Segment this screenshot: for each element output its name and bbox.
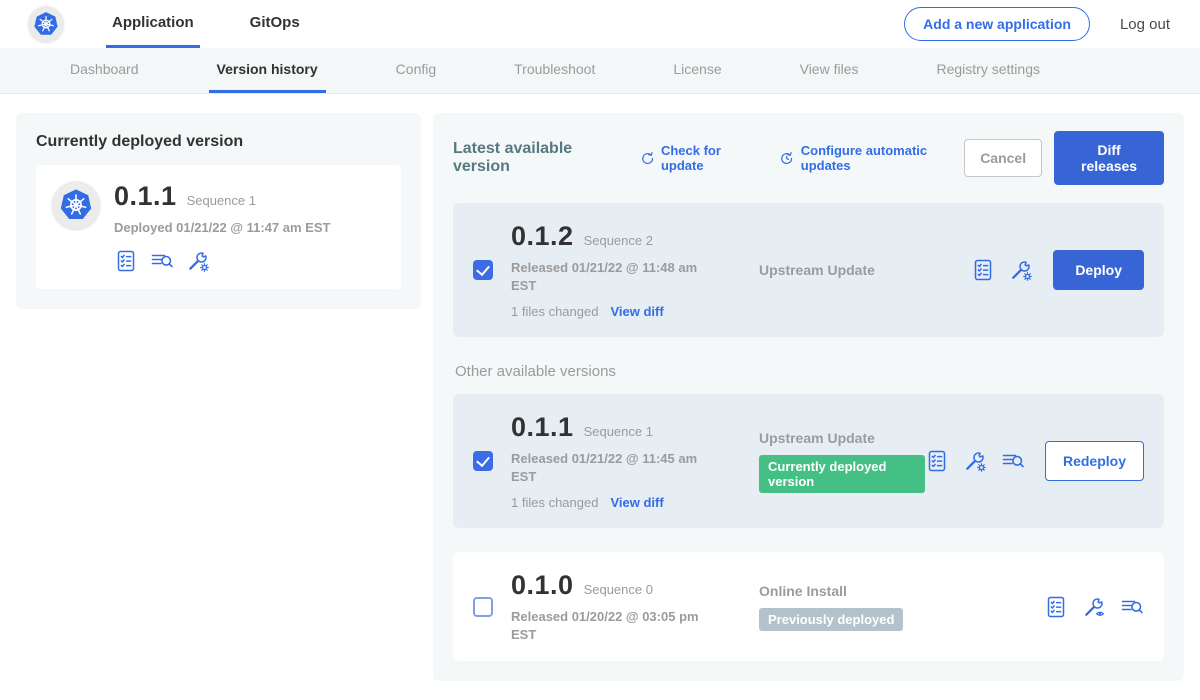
check-for-update-label: Check for update bbox=[661, 143, 757, 173]
release-notes-icon[interactable] bbox=[925, 449, 949, 473]
currently-deployed-badge: Currently deployed version bbox=[759, 455, 925, 493]
top-nav-tabs: Application GitOps bbox=[106, 0, 306, 48]
subnav-dashboard[interactable]: Dashboard bbox=[62, 48, 147, 93]
tab-gitops[interactable]: GitOps bbox=[244, 0, 306, 48]
edit-config-icon[interactable] bbox=[963, 449, 987, 473]
sequence-label: Sequence 2 bbox=[584, 233, 653, 248]
version-info: 0.1.2 Sequence 2 Released 01/21/22 @ 11:… bbox=[511, 221, 759, 319]
view-config-icon[interactable] bbox=[1082, 595, 1106, 619]
version-actions: Redeploy bbox=[925, 441, 1144, 481]
version-actions: Deploy bbox=[971, 250, 1144, 290]
deployed-version-details: 0.1.1 Sequence 1 Deployed 01/21/22 @ 11:… bbox=[114, 181, 330, 273]
check-for-update-link[interactable]: Check for update bbox=[640, 143, 758, 173]
version-info: 0.1.1 Sequence 1 Released 01/21/22 @ 11:… bbox=[511, 412, 759, 510]
files-changed-label: 1 files changed bbox=[511, 495, 598, 510]
sequence-label: Sequence 0 bbox=[584, 582, 653, 597]
deployed-version-number: 0.1.1 bbox=[114, 181, 177, 212]
logout-button[interactable]: Log out bbox=[1120, 16, 1170, 33]
latest-version-header: Latest available version Check for updat… bbox=[453, 131, 1164, 185]
header-spacer bbox=[306, 0, 904, 48]
previously-deployed-badge: Previously deployed bbox=[759, 608, 903, 631]
configure-updates-link[interactable]: Configure automatic updates bbox=[779, 143, 964, 173]
app-logo bbox=[28, 6, 64, 42]
sequence-label: Sequence 1 bbox=[584, 424, 653, 439]
released-timestamp: Released 01/21/22 @ 11:48 am EST bbox=[511, 259, 711, 294]
auto-update-icon bbox=[779, 150, 794, 167]
released-timestamp: Released 01/21/22 @ 11:45 am EST bbox=[511, 450, 711, 485]
release-notes-icon[interactable] bbox=[114, 249, 138, 273]
tab-application[interactable]: Application bbox=[106, 0, 200, 48]
configure-updates-label: Configure automatic updates bbox=[801, 143, 964, 173]
version-checkbox[interactable] bbox=[473, 597, 493, 617]
kubernetes-logo-icon bbox=[33, 11, 59, 37]
version-source: Upstream Update bbox=[759, 262, 971, 278]
other-versions-title: Other available versions bbox=[455, 363, 1164, 380]
main-content: Currently deployed version 0.1.1 Sequenc… bbox=[0, 94, 1200, 700]
diff-releases-button[interactable]: Diff releases bbox=[1054, 131, 1164, 185]
top-nav-bar: Application GitOps Add a new application… bbox=[0, 0, 1200, 48]
view-diff-link[interactable]: View diff bbox=[610, 304, 663, 319]
subnav-troubleshoot[interactable]: Troubleshoot bbox=[506, 48, 603, 93]
app-subnav: Dashboard Version history Config Trouble… bbox=[0, 48, 1200, 94]
edit-config-icon[interactable] bbox=[186, 249, 210, 273]
subnav-config[interactable]: Config bbox=[388, 48, 444, 93]
files-changed-label: 1 files changed bbox=[511, 304, 598, 319]
deployed-app-logo bbox=[52, 181, 100, 229]
release-notes-icon[interactable] bbox=[1044, 595, 1068, 619]
currently-deployed-panel: Currently deployed version 0.1.1 Sequenc… bbox=[16, 113, 421, 309]
subnav-license[interactable]: License bbox=[665, 48, 729, 93]
version-info: 0.1.0 Sequence 0 Released 01/20/22 @ 03:… bbox=[511, 570, 759, 643]
edit-config-icon[interactable] bbox=[1009, 258, 1033, 282]
deployed-timestamp: Deployed 01/21/22 @ 11:47 am EST bbox=[114, 219, 330, 237]
release-notes-icon[interactable] bbox=[971, 258, 995, 282]
version-checkbox[interactable] bbox=[473, 260, 493, 280]
subnav-registry-settings[interactable]: Registry settings bbox=[929, 48, 1048, 93]
kubernetes-logo-icon bbox=[59, 188, 93, 222]
version-actions bbox=[1044, 595, 1144, 619]
preflight-checks-icon[interactable] bbox=[150, 249, 174, 273]
view-diff-link[interactable]: View diff bbox=[610, 495, 663, 510]
add-application-button[interactable]: Add a new application bbox=[904, 7, 1090, 41]
version-source: Upstream Update Currently deployed versi… bbox=[759, 430, 925, 493]
source-label: Upstream Update bbox=[759, 262, 971, 278]
version-number: 0.1.0 bbox=[511, 570, 574, 601]
version-number: 0.1.1 bbox=[511, 412, 574, 443]
deployed-actions bbox=[114, 249, 330, 273]
version-card-0-1-1: 0.1.1 Sequence 1 Released 01/21/22 @ 11:… bbox=[453, 394, 1164, 528]
deployed-version-card: 0.1.1 Sequence 1 Deployed 01/21/22 @ 11:… bbox=[36, 165, 401, 289]
latest-version-title: Latest available version bbox=[453, 140, 618, 176]
version-history-panel: Latest available version Check for updat… bbox=[433, 113, 1184, 681]
deployed-panel-title: Currently deployed version bbox=[36, 133, 401, 151]
redeploy-button[interactable]: Redeploy bbox=[1045, 441, 1144, 481]
version-checkbox[interactable] bbox=[473, 451, 493, 471]
deploy-button[interactable]: Deploy bbox=[1053, 250, 1144, 290]
source-label: Online Install bbox=[759, 583, 1044, 599]
source-label: Upstream Update bbox=[759, 430, 925, 446]
subnav-version-history[interactable]: Version history bbox=[209, 48, 326, 93]
cancel-button[interactable]: Cancel bbox=[964, 139, 1042, 177]
version-source: Online Install Previously deployed bbox=[759, 583, 1044, 631]
subnav-view-files[interactable]: View files bbox=[792, 48, 867, 93]
version-number: 0.1.2 bbox=[511, 221, 574, 252]
refresh-icon bbox=[640, 150, 655, 167]
released-timestamp: Released 01/20/22 @ 03:05 pm EST bbox=[511, 608, 711, 643]
preflight-checks-icon[interactable] bbox=[1001, 449, 1025, 473]
deployed-sequence-label: Sequence 1 bbox=[187, 193, 256, 208]
version-card-0-1-2: 0.1.2 Sequence 2 Released 01/21/22 @ 11:… bbox=[453, 203, 1164, 337]
version-card-0-1-0: 0.1.0 Sequence 0 Released 01/20/22 @ 03:… bbox=[453, 552, 1164, 661]
preflight-checks-icon[interactable] bbox=[1120, 595, 1144, 619]
